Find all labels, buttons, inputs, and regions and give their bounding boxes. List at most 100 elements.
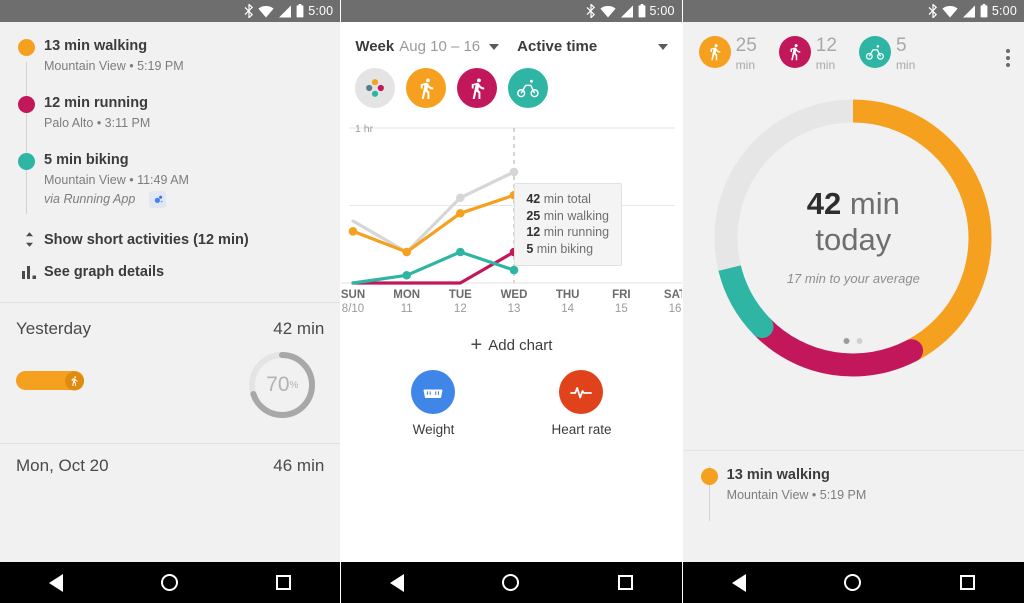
goal-percent-value: 70 <box>266 373 290 396</box>
today-activity-card[interactable]: 13 min walking Mountain View • 5:19 PM <box>682 436 1024 521</box>
chevron-down-icon[interactable] <box>489 43 500 50</box>
tooltip-text: min running <box>540 225 610 239</box>
goal-percent-symbol: % <box>289 379 299 391</box>
summary-value: 25 <box>735 35 757 56</box>
all-activities-chip[interactable] <box>355 68 396 108</box>
running-app-icon <box>149 191 167 208</box>
battery-icon <box>638 4 645 18</box>
page-dots[interactable] <box>843 338 863 344</box>
show-short-activities-button[interactable]: Show short activities (12 min) <box>0 231 340 248</box>
activity-title: 13 min walking <box>44 38 148 54</box>
timeline-body: 13 min walking Mountain View • 5:19 PM 1… <box>0 22 341 562</box>
add-chart-button[interactable]: + Add chart <box>341 335 681 355</box>
status-bar: 5:00 <box>341 0 682 22</box>
android-nav-bar <box>0 562 341 603</box>
plus-icon: + <box>470 334 483 356</box>
day-total: 42 min <box>273 319 325 338</box>
svg-text:1 hr: 1 hr <box>355 123 374 135</box>
biking-chip[interactable] <box>508 68 549 108</box>
add-chart-label: Add chart <box>488 336 553 354</box>
back-icon[interactable] <box>731 573 746 592</box>
svg-text:14: 14 <box>562 303 575 315</box>
period-range: Aug 10 – 16 <box>399 38 481 55</box>
today-donut[interactable]: 42 min today 17 min to your average <box>703 88 1003 388</box>
back-icon[interactable] <box>390 573 405 592</box>
heart-rate-shortcut[interactable]: Heart rate <box>551 370 612 437</box>
svg-text:16: 16 <box>669 303 682 315</box>
summary-running[interactable]: 12 min <box>778 35 837 74</box>
metric-label: Active time <box>517 38 598 55</box>
summary-unit: min <box>735 58 755 72</box>
day-label: Yesterday <box>16 319 91 338</box>
list-item[interactable]: 13 min walking Mountain View • 5:19 PM <box>0 36 340 76</box>
recents-icon[interactable] <box>617 575 633 590</box>
bluetooth-icon <box>928 4 937 18</box>
list-item[interactable]: 13 min walking Mountain View • 5:19 PM <box>683 465 1024 505</box>
back-icon[interactable] <box>49 573 64 592</box>
tooltip-text: min total <box>540 192 591 206</box>
svg-text:TUE: TUE <box>449 289 472 301</box>
see-graph-details-button[interactable]: See graph details <box>0 264 340 280</box>
wifi-icon <box>599 5 616 17</box>
running-icon <box>778 36 811 68</box>
chart-tooltip: 42 min total 25 min walking 12 min runni… <box>514 183 623 266</box>
home-icon[interactable] <box>161 574 179 591</box>
activity-subtitle: Mountain View • 5:19 PM <box>44 59 184 73</box>
page-dot[interactable] <box>843 338 850 344</box>
svg-text:FRI: FRI <box>612 289 631 301</box>
chevron-down-icon[interactable] <box>657 43 668 50</box>
next-day-row[interactable]: Mon, Oct 20 46 min <box>0 444 340 476</box>
summary-walking[interactable]: 25 min <box>698 35 757 74</box>
tooltip-text: min biking <box>533 241 594 256</box>
period-label: Week <box>355 38 395 55</box>
svg-text:SAT: SAT <box>664 289 682 301</box>
activity-dot-running <box>18 96 35 113</box>
list-item[interactable]: 5 min biking Mountain View • 11:49 AM vi… <box>0 150 340 209</box>
activity-line-chart[interactable]: 1 hr SUN 8/10 MON 11 TUE 12 WED 13 THU 14 FRI 15 SAT 1… <box>341 120 682 318</box>
signal-icon <box>279 5 292 17</box>
screenshot-root: 5:00 13 min walking Mountain View • 5:19… <box>0 0 1024 603</box>
donut-caption: 17 min to your average <box>786 271 920 286</box>
donut-unit: min <box>841 186 900 221</box>
weight-shortcut[interactable]: Weight <box>411 370 456 437</box>
recents-icon[interactable] <box>276 575 292 590</box>
next-day-label: Mon, Oct 20 <box>16 456 109 475</box>
list-item[interactable]: 12 min running Palo Alto • 3:11 PM <box>0 93 340 133</box>
svg-text:WED: WED <box>501 289 528 301</box>
android-nav-bar <box>682 562 1024 603</box>
svg-text:11: 11 <box>401 303 413 315</box>
page-dot[interactable] <box>856 338 863 344</box>
running-chip[interactable] <box>457 68 498 108</box>
summary-biking[interactable]: 5 min <box>858 36 915 74</box>
walking-bar <box>16 371 84 390</box>
bar-chart-icon <box>14 265 44 279</box>
chart-canvas: 1 hr SUN 8/10 MON 11 TUE 12 WED 13 THU 14 FRI 15 SAT 1… <box>341 123 682 315</box>
svg-text:MON: MON <box>394 289 421 301</box>
recents-icon[interactable] <box>959 575 975 590</box>
activity-title: 12 min running <box>44 95 148 111</box>
day-summary-card[interactable]: Yesterday 42 min 70 % <box>0 303 341 443</box>
battery-icon <box>980 4 988 18</box>
tooltip-value: 12 <box>526 225 541 239</box>
status-clock: 5:00 <box>308 4 334 18</box>
scale-icon <box>411 370 456 414</box>
activity-filter-chips <box>341 55 681 108</box>
home-icon[interactable] <box>844 574 862 591</box>
status-bar: 5:00 <box>0 0 341 22</box>
biking-icon <box>858 36 891 68</box>
timeline-card: 13 min walking Mountain View • 5:19 PM 1… <box>0 22 341 302</box>
svg-text:THU: THU <box>556 289 580 301</box>
svg-text:12: 12 <box>454 303 467 315</box>
summary-value: 12 <box>815 35 837 56</box>
activity-dot-biking <box>18 153 35 170</box>
bluetooth-icon <box>586 4 595 18</box>
walking-icon <box>698 36 731 68</box>
next-day-total: 46 min <box>273 456 325 475</box>
tooltip-text: min walking <box>540 208 610 223</box>
panel-today: 5:00 25 min 12 min 5 min 42 min today 17… <box>682 0 1024 603</box>
activity-dot-walking <box>700 468 718 485</box>
kebab-menu-icon[interactable] <box>1005 43 1010 67</box>
walking-chip[interactable] <box>406 68 447 108</box>
chart-body: Week Aug 10 – 16 Active time 1 hr SUN 8/… <box>341 22 682 562</box>
home-icon[interactable] <box>502 574 520 591</box>
